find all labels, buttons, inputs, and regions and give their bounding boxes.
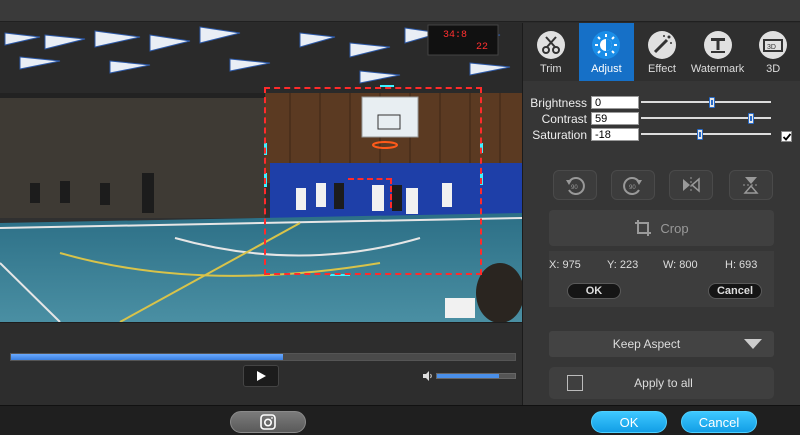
video-preview[interactable]: 34:8 22 <box>0 23 522 322</box>
crop-button-label: Crop <box>660 220 689 236</box>
rotate-right-button[interactable]: 90 <box>611 170 655 200</box>
brightness-slider[interactable] <box>641 96 771 109</box>
player-controls <box>0 322 522 405</box>
cancel-button[interactable]: Cancel <box>681 411 757 433</box>
ok-button[interactable]: OK <box>591 411 667 433</box>
brightness-label: Brightness <box>530 95 587 110</box>
crop-info-panel: X: 975 Y: 223 W: 800 H: 693 OK Cancel <box>549 251 774 307</box>
play-icon <box>257 371 266 381</box>
brightness-value[interactable]: 0 <box>591 96 639 109</box>
tab-3d[interactable]: 3D 3D <box>745 23 800 81</box>
chevron-down-icon <box>744 339 762 349</box>
apply-to-all-checkbox[interactable] <box>567 375 583 391</box>
contrast-value[interactable]: 59 <box>591 112 639 125</box>
apply-to-all-toggle[interactable]: Apply to all <box>549 367 774 399</box>
volume-fill <box>437 374 500 378</box>
saturation-value[interactable]: -18 <box>591 128 639 141</box>
svg-text:22: 22 <box>476 42 488 53</box>
rotate-left-button[interactable]: 90 <box>553 170 597 200</box>
contrast-slider[interactable] <box>641 112 771 125</box>
crop-h-value: H: 693 <box>725 259 758 271</box>
brightness-row: Brightness 0 <box>527 95 771 110</box>
tab-trim-label: Trim <box>540 63 562 75</box>
tab-3d-label: 3D <box>766 63 781 75</box>
saturation-label: Saturation <box>532 127 587 142</box>
flip-vertical-icon <box>743 177 759 194</box>
tab-bar: Trim Adjust Effect Watermark 3D 3D <box>523 23 800 81</box>
apply-to-all-label: Apply to all <box>634 376 693 390</box>
crop-button[interactable]: Crop <box>549 210 774 246</box>
contrast-row: Contrast 59 <box>527 111 771 126</box>
footer-bar: OK Cancel <box>0 405 800 435</box>
flip-horizontal-icon <box>683 177 700 193</box>
saturation-row: Saturation -18 <box>527 127 771 142</box>
settings-panel: Trim Adjust Effect Watermark 3D 3D Brigh… <box>522 23 800 405</box>
rotate-left-90-icon: 90 <box>566 177 585 195</box>
rotate-left-label: 90 <box>571 185 578 191</box>
magic-wand-icon <box>646 29 678 61</box>
crop-cancel-button[interactable]: Cancel <box>708 283 762 299</box>
saturation-knob[interactable] <box>697 129 703 140</box>
tab-adjust[interactable]: Adjust <box>578 23 635 81</box>
flip-horizontal-button[interactable] <box>669 170 713 200</box>
crop-ok-button[interactable]: OK <box>567 283 621 299</box>
deinterlace-checkbox[interactable] <box>781 131 792 142</box>
crop-x-value: X: 975 <box>549 259 581 271</box>
volume-slider[interactable] <box>436 373 516 379</box>
tab-watermark[interactable]: Watermark <box>690 23 746 81</box>
rotate-right-label: 90 <box>629 185 636 191</box>
contrast-knob[interactable] <box>748 113 754 124</box>
tab-adjust-label: Adjust <box>591 63 622 75</box>
tab-effect-label: Effect <box>648 63 676 75</box>
scissors-icon <box>535 29 567 61</box>
rotate-right-90-icon: 90 <box>623 177 642 195</box>
brightness-knob[interactable] <box>709 97 715 108</box>
crop-w-value: W: 800 <box>663 259 698 271</box>
contrast-label: Contrast <box>541 111 587 126</box>
aspect-ratio-select[interactable]: Keep Aspect <box>549 331 774 357</box>
video-editor-window: 34:8 22 Trim Adjust Effect Watermark 3D … <box>0 0 800 435</box>
progress-bar[interactable] <box>10 353 516 361</box>
3d-icon: 3D <box>757 29 789 61</box>
svg-text:34:8: 34:8 <box>443 30 467 41</box>
crop-y-value: Y: 223 <box>607 259 639 271</box>
camera-icon <box>260 414 276 430</box>
crop-icon <box>635 220 652 236</box>
aspect-ratio-value: Keep Aspect <box>612 337 681 351</box>
play-button[interactable] <box>243 365 279 387</box>
snapshot-button[interactable] <box>230 411 306 433</box>
flip-vertical-button[interactable] <box>729 170 773 200</box>
volume-icon[interactable] <box>423 371 433 381</box>
svg-text:3D: 3D <box>767 44 776 51</box>
brightness-icon <box>590 29 622 61</box>
saturation-slider[interactable] <box>641 128 771 141</box>
checkmark-icon <box>782 133 792 141</box>
tab-trim[interactable]: Trim <box>523 23 579 81</box>
watermark-icon <box>702 29 734 61</box>
progress-fill <box>11 354 284 360</box>
title-bar <box>0 0 800 22</box>
tab-effect[interactable]: Effect <box>634 23 690 81</box>
tab-watermark-label: Watermark <box>690 63 745 75</box>
crop-center-marker <box>348 178 392 208</box>
